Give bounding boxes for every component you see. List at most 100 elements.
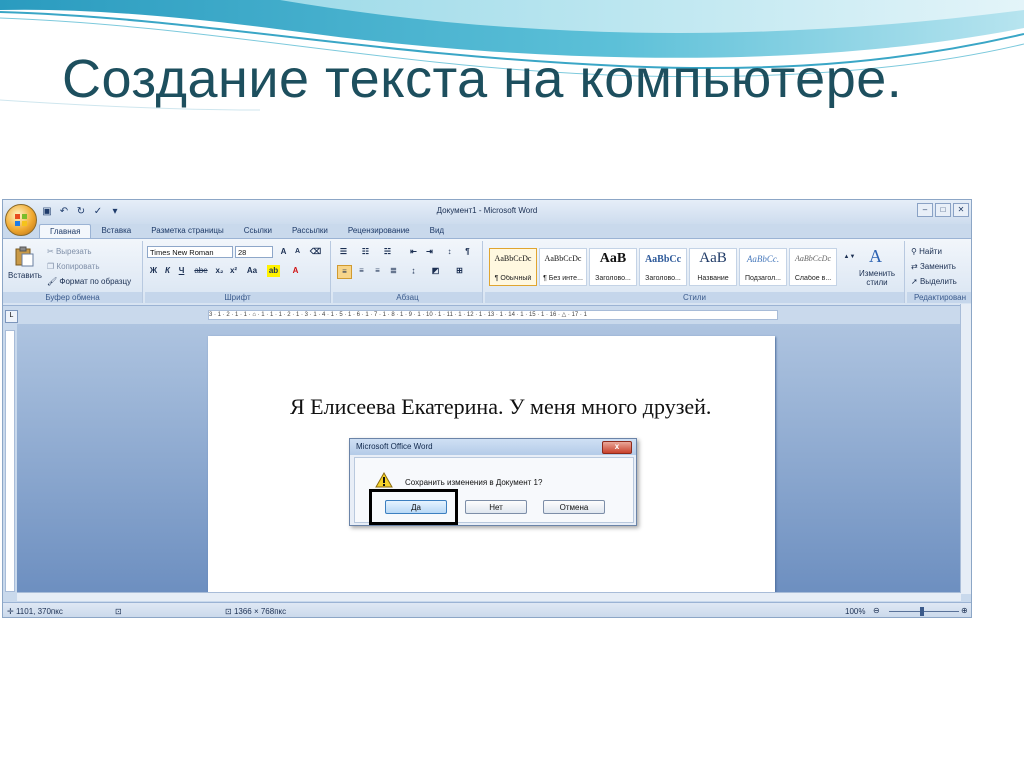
paste-icon[interactable]	[13, 245, 35, 267]
vertical-ruler[interactable]	[5, 330, 15, 592]
replace-button[interactable]: ⇄ Заменить	[911, 262, 956, 271]
grow-font-button[interactable]: A	[277, 246, 290, 258]
clipboard-group-label: Буфер обмена	[3, 292, 142, 303]
font-color-icon[interactable]: A	[289, 265, 302, 277]
align-center-icon[interactable]: ≡	[355, 265, 368, 277]
tab-selector-icon[interactable]: L	[5, 310, 18, 323]
italic-button[interactable]: К	[161, 265, 174, 277]
change-styles-icon[interactable]: A	[867, 245, 887, 265]
horizontal-scrollbar[interactable]	[17, 592, 961, 601]
style-heading-1[interactable]: AaB Заголово...	[589, 248, 637, 286]
maximize-icon[interactable]: □	[935, 203, 951, 217]
tab-mailings[interactable]: Рассылки	[282, 224, 338, 238]
shrink-font-button[interactable]: A	[291, 246, 304, 258]
replace-icon: ⇄	[911, 262, 920, 271]
font-group: Times New Roman 28 A A ⌫ Ж К Ч abe x₂ x²…	[145, 241, 331, 303]
align-left-icon[interactable]: ≡	[337, 265, 352, 279]
line-spacing-icon[interactable]: ↨	[407, 265, 420, 277]
format-painter-icon: 🖌	[47, 277, 60, 286]
dialog-message: Сохранить изменения в Документ 1?	[405, 478, 543, 487]
paragraph-group-label: Абзац	[333, 292, 482, 303]
zoom-level: 100%	[845, 607, 866, 616]
style-heading-2[interactable]: AaBbCc Заголово...	[639, 248, 687, 286]
paste-button[interactable]: Вставить	[8, 271, 42, 280]
dialog-close-button[interactable]: x	[602, 441, 632, 454]
crosshair-icon: ✛	[7, 607, 16, 616]
show-marks-button[interactable]: ¶	[461, 246, 474, 258]
sort-icon[interactable]: ↕	[443, 246, 456, 258]
clipboard-group: Вставить ✂ Вырезать ❐ Копировать 🖌 Форма…	[3, 241, 143, 303]
tab-references[interactable]: Ссылки	[234, 224, 282, 238]
bullets-icon[interactable]: ☰	[337, 246, 350, 258]
minimize-icon[interactable]: –	[917, 203, 933, 217]
slide-title: Создание текста на компьютере.	[62, 49, 903, 109]
subscript-button[interactable]: x₂	[213, 265, 226, 277]
underline-button[interactable]: Ч	[175, 265, 188, 277]
status-bar: ✛ 1101, 370пкс ⊡ ⊡ 1366 × 768пкс 100% ⊖ …	[3, 602, 971, 617]
cut-button[interactable]: ✂ Вырезать	[47, 247, 92, 256]
find-button[interactable]: ⚲ Найти	[911, 247, 942, 256]
style-no-spacing[interactable]: AaBbCcDc ¶ Без инте...	[539, 248, 587, 286]
ribbon: Вставить ✂ Вырезать ❐ Копировать 🖌 Форма…	[3, 238, 971, 306]
strikethrough-button[interactable]: abe	[191, 265, 211, 277]
copy-button[interactable]: ❐ Копировать	[47, 262, 99, 271]
document-text[interactable]: Я Елисеева Екатерина. У меня много друзе…	[290, 392, 730, 422]
justify-icon[interactable]: ≣	[387, 265, 400, 277]
increase-indent-icon[interactable]: ⇥	[423, 246, 436, 258]
cursor-position: ✛ 1101, 370пкс	[7, 607, 63, 616]
change-styles-button[interactable]: Изменить стили	[859, 269, 895, 287]
select-button[interactable]: ➚ Выделить	[911, 277, 957, 286]
align-right-icon[interactable]: ≡	[371, 265, 384, 277]
office-button[interactable]	[5, 204, 37, 236]
font-size-select[interactable]: 28	[235, 246, 273, 258]
style-title[interactable]: AaB Название	[689, 248, 737, 286]
svg-text:A: A	[869, 246, 882, 265]
shading-icon[interactable]: ◩	[429, 265, 442, 277]
zoom-slider-thumb[interactable]	[920, 607, 924, 616]
tab-page-layout[interactable]: Разметка страницы	[141, 224, 234, 238]
vertical-scrollbar[interactable]	[960, 304, 971, 594]
ribbon-tabs: Главная Вставка Разметка страницы Ссылки…	[39, 224, 454, 239]
cancel-button[interactable]: Отмена	[543, 500, 605, 514]
horizontal-ruler[interactable]: 3 · 1 · 2 · 1 · 1 · ⌂ · 1 · 1 · 1 · 2 · …	[208, 310, 778, 320]
change-case-button[interactable]: Aa	[243, 265, 261, 277]
image-size: ⊡ 1366 × 768пкс	[225, 607, 287, 616]
window-titlebar: ▣ ↶ ↻ ✓ ▾ Документ1 - Microsoft Word – □…	[3, 200, 971, 224]
tab-review[interactable]: Рецензирование	[338, 224, 420, 238]
bold-button[interactable]: Ж	[147, 265, 160, 277]
style-normal[interactable]: AaBbCcDc ¶ Обычный	[489, 248, 537, 286]
copy-icon: ❐	[47, 262, 57, 271]
decrease-indent-icon[interactable]: ⇤	[407, 246, 420, 258]
selection-icon: ⊡	[115, 607, 122, 616]
style-subtle-emphasis[interactable]: AaBbCcDc Слабое в...	[789, 248, 837, 286]
no-button[interactable]: Нет	[465, 500, 527, 514]
clear-formatting-icon[interactable]: ⌫	[309, 246, 322, 258]
zoom-out-icon[interactable]: ⊖	[873, 606, 880, 615]
format-painter-button[interactable]: 🖌 Формат по образцу	[47, 277, 131, 286]
word-window: ▣ ↶ ↻ ✓ ▾ Документ1 - Microsoft Word – □…	[2, 199, 972, 618]
styles-scroll-icon[interactable]: ▲▼	[843, 251, 856, 263]
close-window-icon[interactable]: ✕	[953, 203, 969, 217]
tab-home[interactable]: Главная	[39, 224, 92, 239]
tab-view[interactable]: Вид	[420, 224, 454, 238]
cursor-icon: ➚	[911, 277, 920, 286]
superscript-button[interactable]: x²	[227, 265, 240, 277]
styles-group: AaBbCcDc ¶ Обычный AaBbCcDc ¶ Без инте..…	[485, 241, 905, 303]
font-name-select[interactable]: Times New Roman	[147, 246, 233, 258]
zoom-slider[interactable]	[889, 611, 959, 612]
paragraph-group: ☰ ☷ ☵ ⇤ ⇥ ↕ ¶ ≡ ≡ ≡ ≣ ↨ ◩ ⊞ Абзац	[333, 241, 483, 303]
window-controls: – □ ✕	[917, 203, 969, 217]
numbering-icon[interactable]: ☷	[359, 246, 372, 258]
borders-icon[interactable]: ⊞	[453, 265, 466, 277]
warning-icon	[375, 472, 393, 488]
zoom-in-icon[interactable]: ⊕	[961, 606, 968, 615]
office-logo-icon	[15, 214, 27, 226]
highlight-color-icon[interactable]: ab	[267, 265, 280, 277]
multilevel-list-icon[interactable]: ☵	[381, 246, 394, 258]
frame-icon: ⊡	[225, 607, 234, 616]
tab-insert[interactable]: Вставка	[91, 224, 141, 238]
style-subtitle[interactable]: AaBbCc. Подзагол...	[739, 248, 787, 286]
editing-group: ⚲ Найти ⇄ Заменить ➚ Выделить Редактиров…	[907, 241, 971, 303]
binoculars-icon: ⚲	[911, 247, 920, 256]
cut-icon: ✂	[47, 247, 56, 256]
